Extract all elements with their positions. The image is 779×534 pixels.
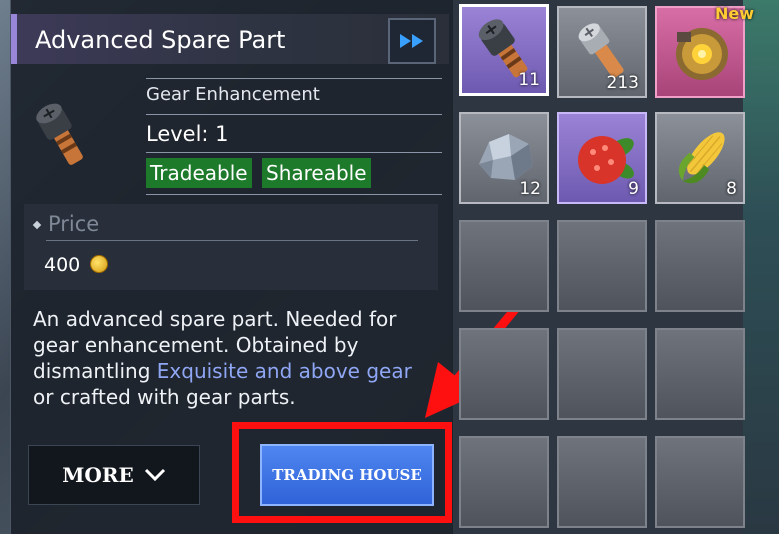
more-button[interactable]: MORE: [28, 445, 200, 505]
inventory-slot[interactable]: 9: [557, 112, 647, 204]
item-count: 12: [519, 179, 541, 199]
item-description: An advanced spare part. Needed for gear …: [33, 306, 438, 410]
golden-mechanism-icon: [676, 28, 728, 80]
item-count: 9: [628, 179, 639, 199]
divider: [46, 240, 418, 241]
new-badge: New: [715, 4, 755, 23]
highlight-annotation-box: [232, 422, 452, 523]
item-title: Advanced Spare Part: [35, 26, 286, 54]
tradeable-tag: Tradeable: [146, 158, 252, 188]
item-title-bar: Advanced Spare Part: [11, 14, 449, 64]
shareable-tag: Shareable: [262, 158, 371, 188]
inventory-slot-empty[interactable]: [459, 220, 549, 312]
divider: [146, 194, 442, 195]
inventory-slot-empty[interactable]: [557, 220, 647, 312]
item-count: 8: [726, 179, 737, 199]
price-section: Price 400: [24, 204, 438, 290]
chevron-down-icon: [144, 468, 165, 482]
item-count: 11: [518, 70, 540, 90]
bullet-icon: [32, 220, 42, 230]
inventory-slot-empty[interactable]: [655, 436, 745, 528]
advanced-spare-part-icon: [36, 103, 83, 165]
inventory-slot-empty[interactable]: [459, 328, 549, 420]
inventory-slot[interactable]: 213: [557, 6, 647, 98]
item-category: Gear Enhancement: [146, 84, 320, 105]
inventory-slot[interactable]: 8: [655, 112, 745, 204]
item-count: 213: [606, 73, 639, 93]
inventory-slot[interactable]: 11: [459, 4, 549, 96]
divider: [146, 152, 442, 153]
item-level: Level: 1: [146, 122, 229, 146]
divider: [146, 114, 442, 115]
divider: [146, 78, 442, 79]
description-text: or crafted with gear parts.: [33, 385, 296, 409]
inventory-slot[interactable]: 12: [459, 112, 549, 204]
more-button-label: MORE: [62, 463, 134, 487]
price-label: Price: [48, 212, 100, 236]
inventory-slot-empty[interactable]: [557, 436, 647, 528]
price-value: 400: [44, 254, 81, 276]
inventory-slot-empty[interactable]: [459, 436, 549, 528]
background-edge: [743, 0, 779, 534]
inventory-slot-empty[interactable]: [655, 328, 745, 420]
gold-coin-icon: [90, 255, 108, 273]
description-link[interactable]: Exquisite and above gear: [157, 359, 412, 383]
fast-forward-button[interactable]: [388, 18, 436, 64]
inventory-slot-empty[interactable]: [655, 220, 745, 312]
fast-forward-icon: [400, 34, 423, 48]
inventory-slot-empty[interactable]: [557, 328, 647, 420]
